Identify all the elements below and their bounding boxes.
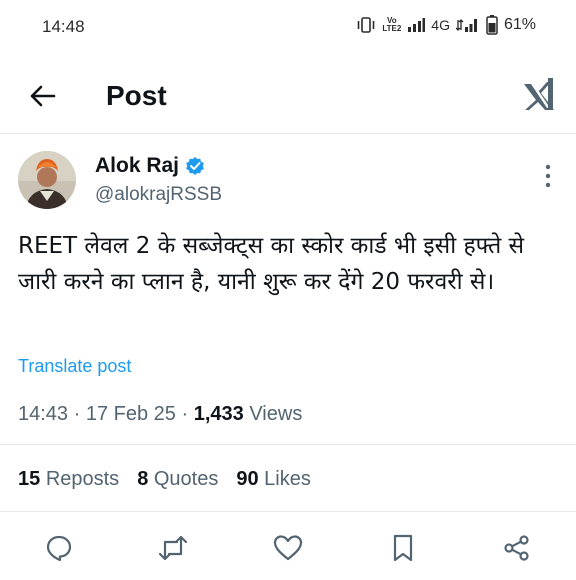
reply-button[interactable] <box>42 531 76 565</box>
bookmark-icon <box>393 534 413 562</box>
x-logo-icon[interactable] <box>522 76 556 112</box>
reposts-label: Reposts <box>45 468 120 490</box>
like-icon <box>273 535 303 561</box>
quotes-stat[interactable]: 8 Quotes <box>137 468 218 491</box>
author-handle[interactable]: @alokrajRSSB <box>95 184 222 206</box>
more-vertical-icon <box>545 164 551 188</box>
author-name-text: Alok Raj <box>95 154 180 177</box>
post-date: 17 Feb 25 <box>85 403 176 425</box>
avatar[interactable] <box>18 151 76 209</box>
status-time: 14:48 <box>42 17 85 36</box>
likes-stat[interactable]: 90 Likes <box>236 468 311 491</box>
post-text: REET लेवल 2 के सब्जेक्ट्स का स्कोर कार्ड… <box>18 233 525 295</box>
share-button[interactable] <box>500 531 534 565</box>
network-type: 4G <box>431 17 450 33</box>
quotes-label: Quotes <box>153 468 219 490</box>
reposts-stat[interactable]: 15 Reposts <box>18 468 119 491</box>
post-meta: 14:43 · 17 Feb 25 · 1,433 Views <box>18 403 302 426</box>
battery-percent: 61% <box>503 16 536 33</box>
reply-icon <box>46 535 72 562</box>
repost-icon <box>158 535 188 561</box>
header-divider <box>0 133 576 134</box>
back-button[interactable] <box>22 76 62 116</box>
battery-icon <box>486 15 498 35</box>
likes-count: 90 <box>236 468 259 490</box>
page-title: Post <box>106 80 167 111</box>
signal-icon <box>408 18 426 32</box>
likes-label: Likes <box>264 468 311 490</box>
more-options-button[interactable] <box>542 163 554 189</box>
bookmark-button[interactable] <box>386 531 420 565</box>
actions-row <box>0 525 576 569</box>
verified-badge-icon <box>186 157 204 175</box>
vibrate-icon <box>358 17 375 33</box>
like-button[interactable] <box>271 531 305 565</box>
reposts-count: 15 <box>18 468 41 490</box>
signal-icon-2 <box>455 19 477 32</box>
share-icon <box>504 535 529 561</box>
author-name[interactable]: Alok Raj <box>95 154 205 178</box>
meta-divider <box>0 444 576 445</box>
views-count: 1,433 <box>193 403 244 425</box>
post-time: 14:43 <box>18 403 69 425</box>
arrow-left-icon <box>30 85 56 107</box>
meta-separator: · <box>181 403 194 425</box>
quotes-count: 8 <box>137 468 149 490</box>
status-icons: Vo LTE2 4G 61% <box>356 15 536 35</box>
top-bar: Post <box>0 62 576 130</box>
stats-divider <box>0 511 576 512</box>
volte-indicator: Vo LTE2 <box>382 16 402 33</box>
translate-post-link[interactable]: Translate post <box>18 356 131 377</box>
stats-row: 15 Reposts 8 Quotes 90 Likes <box>18 468 311 491</box>
meta-separator: · <box>73 403 86 425</box>
repost-button[interactable] <box>156 531 190 565</box>
status-bar: 14:48 Vo LTE2 4G 61% <box>0 0 576 52</box>
views-label: Views <box>249 403 303 425</box>
